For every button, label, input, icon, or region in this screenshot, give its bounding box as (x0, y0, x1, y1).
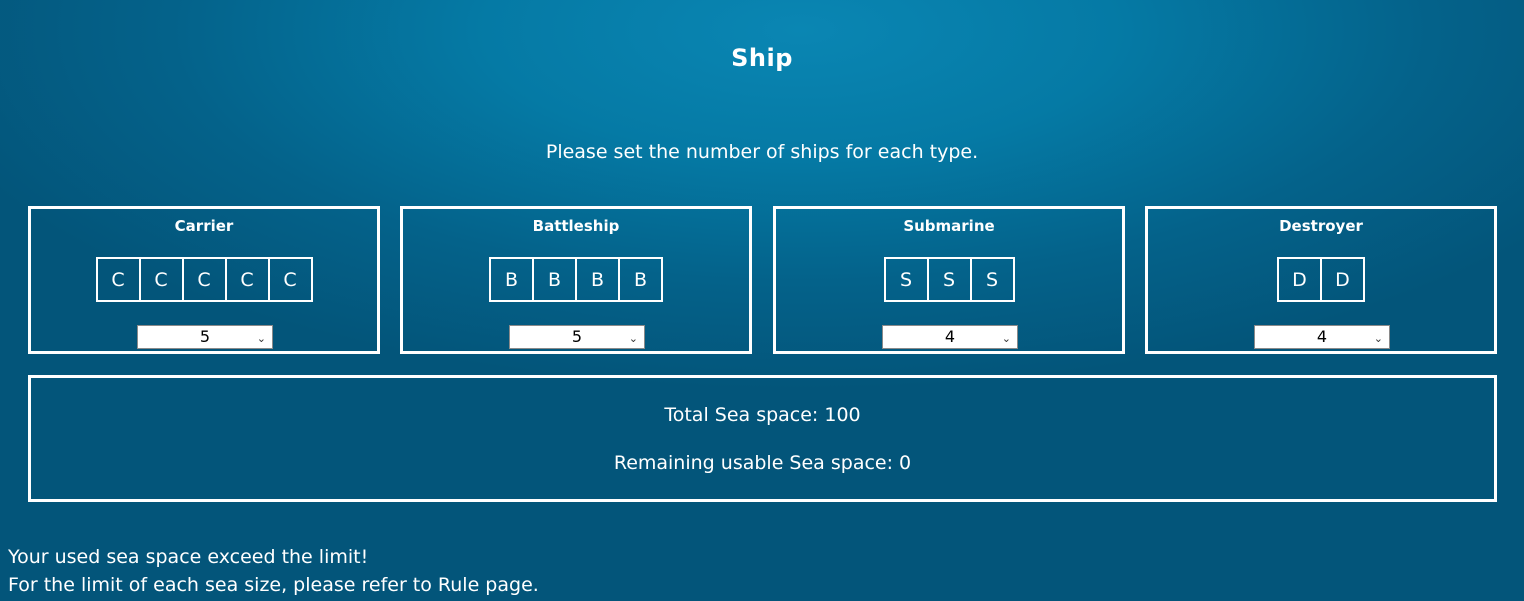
destroyer-count-select[interactable]: 4 ⌄ (1254, 325, 1390, 349)
ship-cells-destroyer: D D (1148, 257, 1494, 302)
ship-cells-carrier: C C C C C (31, 257, 377, 302)
warning-hint: For the limit of each sea size, please r… (8, 574, 539, 596)
ship-cell: S (883, 257, 929, 302)
battleship-count-select[interactable]: 5 ⌄ (509, 325, 645, 349)
carrier-count-select[interactable]: 5 ⌄ (137, 325, 273, 349)
sea-space-summary: Total Sea space: 100 Remaining usable Se… (28, 375, 1497, 502)
chevron-down-icon: ⌄ (1001, 332, 1011, 345)
ship-name-battleship: Battleship (532, 217, 620, 235)
ship-name-destroyer: Destroyer (1279, 217, 1363, 235)
remaining-sea-space: Remaining usable Sea space: 0 (613, 452, 912, 474)
ship-cell: D (1320, 257, 1365, 302)
page-title: Ship (731, 44, 793, 72)
ship-cell: B (489, 257, 534, 302)
ship-card-destroyer: Destroyer D D 4 ⌄ (1145, 206, 1497, 354)
ship-cell: B (575, 257, 620, 302)
battleship-count-value: 5 (571, 327, 583, 346)
submarine-count-value: 4 (944, 327, 956, 346)
ship-cell: C (224, 257, 270, 302)
ship-cell: C (95, 257, 141, 302)
ship-cells-battleship: B B B B (403, 257, 749, 302)
chevron-down-icon: ⌄ (256, 332, 266, 345)
total-sea-space: Total Sea space: 100 (664, 404, 861, 426)
ship-cell: B (618, 257, 663, 302)
chevron-down-icon: ⌄ (1373, 332, 1383, 345)
ship-cell: C (267, 257, 313, 302)
chevron-down-icon: ⌄ (628, 332, 638, 345)
warning-message: Your used sea space exceed the limit! (8, 546, 369, 568)
instruction-text: Please set the number of ships for each … (545, 141, 979, 163)
destroyer-count-value: 4 (1316, 327, 1328, 346)
ship-cell: D (1277, 257, 1322, 302)
submarine-count-select[interactable]: 4 ⌄ (882, 325, 1018, 349)
carrier-count-value: 5 (199, 327, 211, 346)
ship-card-battleship: Battleship B B B B 5 ⌄ (400, 206, 752, 354)
ship-name-submarine: Submarine (903, 217, 995, 235)
ship-cell: S (926, 257, 972, 302)
ship-cell: B (532, 257, 577, 302)
ship-cell: C (138, 257, 184, 302)
ship-cell: S (969, 257, 1015, 302)
ship-name-carrier: Carrier (174, 217, 234, 235)
ship-cells-submarine: S S S (776, 257, 1122, 302)
ship-card-carrier: Carrier C C C C C 5 ⌄ (28, 206, 380, 354)
ship-card-submarine: Submarine S S S 4 ⌄ (773, 206, 1125, 354)
ship-cell: C (181, 257, 227, 302)
